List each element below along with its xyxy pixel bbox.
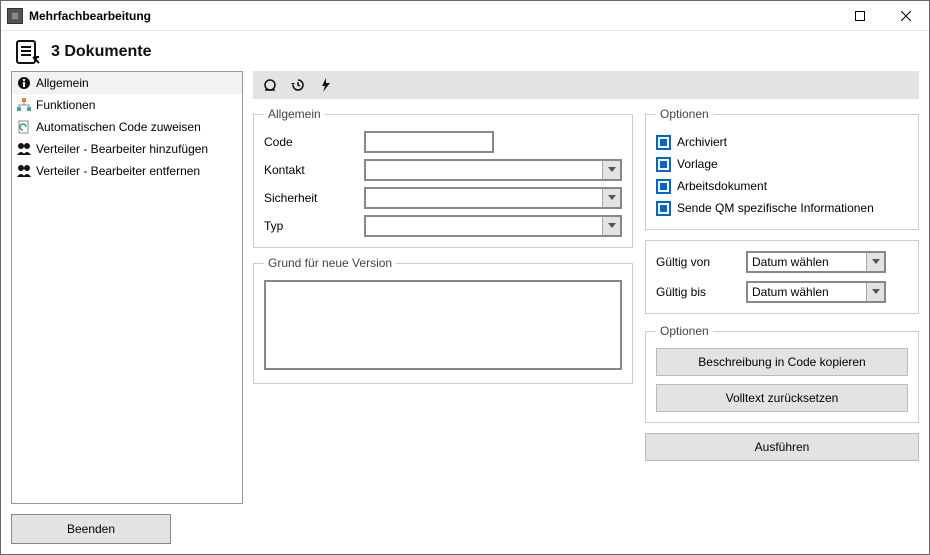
toolbar-button-1[interactable]	[257, 73, 283, 97]
window-title: Mehrfachbearbeitung	[29, 9, 151, 23]
close-button-bottom[interactable]: Beenden	[11, 514, 171, 544]
checkbox-arbeitsdokument[interactable]	[656, 179, 671, 194]
button-execute[interactable]: Ausführen	[645, 433, 919, 461]
nav-label: Funktionen	[36, 98, 95, 112]
header: 3 Dokumente	[1, 31, 929, 71]
documents-icon	[15, 39, 43, 65]
input-code[interactable]	[364, 131, 494, 153]
chevron-down-icon	[866, 283, 884, 301]
combo-typ[interactable]	[364, 215, 622, 237]
date-placeholder: Datum wählen	[752, 255, 829, 269]
group-allgemein: Allgemein Code Kontakt Sicherheit	[253, 107, 633, 248]
button-reset-fulltext[interactable]: Volltext zurücksetzen	[656, 384, 908, 412]
toolbar-button-history[interactable]	[285, 73, 311, 97]
nav-item-remove-editor[interactable]: Verteiler - Bearbeiter entfernen	[12, 160, 242, 182]
group-optionen-buttons: Optionen Beschreibung in Code kopieren V…	[645, 324, 919, 423]
maximize-button[interactable]	[837, 1, 883, 31]
label-sicherheit: Sicherheit	[264, 191, 364, 205]
nav-item-funktionen[interactable]: Funktionen	[12, 94, 242, 116]
checkbox-sende-qm[interactable]	[656, 201, 671, 216]
legend-version: Grund für neue Version	[264, 256, 396, 270]
nav-label: Automatischen Code zuweisen	[36, 120, 201, 134]
date-gueltig-bis[interactable]: Datum wählen	[746, 281, 886, 303]
checkbox-vorlage[interactable]	[656, 157, 671, 172]
legend-optionen1: Optionen	[656, 107, 713, 121]
chevron-down-icon	[602, 189, 620, 207]
document-refresh-icon	[16, 119, 32, 135]
date-gueltig-von[interactable]: Datum wählen	[746, 251, 886, 273]
label-arbeitsdokument: Arbeitsdokument	[677, 179, 767, 193]
nav-item-allgemein[interactable]: Allgemein	[12, 72, 242, 94]
nav-label: Allgemein	[36, 76, 89, 90]
combo-kontakt[interactable]	[364, 159, 622, 181]
legend-allgemein: Allgemein	[264, 107, 325, 121]
label-vorlage: Vorlage	[677, 157, 718, 171]
users-icon	[16, 141, 32, 157]
users-icon	[16, 163, 32, 179]
label-code: Code	[264, 135, 364, 149]
label-typ: Typ	[264, 219, 364, 233]
label-gueltig-von: Gültig von	[656, 255, 746, 269]
group-version: Grund für neue Version	[253, 256, 633, 384]
legend-optionen2: Optionen	[656, 324, 713, 338]
label-archiviert: Archiviert	[677, 135, 727, 149]
chevron-down-icon	[602, 161, 620, 179]
chevron-down-icon	[602, 217, 620, 235]
nav-label: Verteiler - Bearbeiter entfernen	[36, 164, 200, 178]
toolbar	[253, 71, 919, 99]
checkbox-archiviert[interactable]	[656, 135, 671, 150]
nav-item-add-editor[interactable]: Verteiler - Bearbeiter hinzufügen	[12, 138, 242, 160]
textarea-version-reason[interactable]	[264, 280, 622, 370]
nav-label: Verteiler - Bearbeiter hinzufügen	[36, 142, 208, 156]
label-sende-qm: Sende QM spezifische Informationen	[677, 201, 874, 215]
page-title: 3 Dokumente	[51, 43, 151, 61]
info-icon	[16, 75, 32, 91]
date-placeholder: Datum wählen	[752, 285, 829, 299]
nav-item-code[interactable]: Automatischen Code zuweisen	[12, 116, 242, 138]
toolbar-button-bolt[interactable]	[313, 73, 339, 97]
nav-list: Allgemein Funktionen Automatischen Code …	[11, 71, 243, 504]
button-copy-description[interactable]: Beschreibung in Code kopieren	[656, 348, 908, 376]
label-gueltig-bis: Gültig bis	[656, 285, 746, 299]
group-validity: Gültig von Datum wählen Gültig bis Datum…	[645, 240, 919, 314]
chevron-down-icon	[866, 253, 884, 271]
close-button[interactable]	[883, 1, 929, 31]
group-optionen-checkboxes: Optionen Archiviert Vorlage Arbeitsdokum…	[645, 107, 919, 230]
app-icon	[7, 8, 23, 24]
combo-sicherheit[interactable]	[364, 187, 622, 209]
tree-icon	[16, 97, 32, 113]
titlebar: Mehrfachbearbeitung	[1, 1, 929, 31]
label-kontakt: Kontakt	[264, 163, 364, 177]
